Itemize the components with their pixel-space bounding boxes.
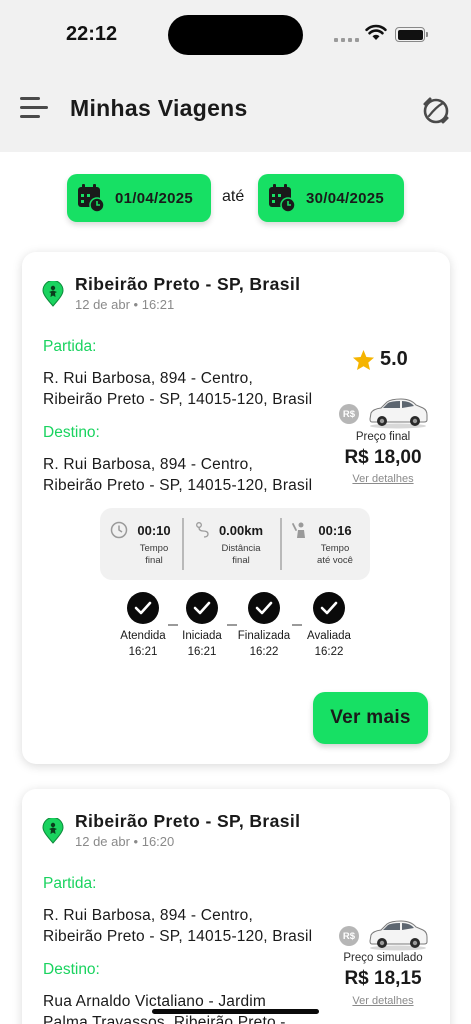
metric-label: Tempo final [100,543,190,567]
location-pin-icon [42,818,64,844]
status-bar: 22:12 [0,0,471,72]
battery-icon [395,27,428,42]
step-time: 16:22 [249,646,279,658]
trip-card[interactable]: Ribeirão Preto - SP, Brasil 12 de abr • … [22,252,450,764]
trip-datetime: 12 de abr • 16:21 [75,297,175,312]
cellular-signal-icon [334,38,359,42]
start-date-button[interactable]: 01/04/2025 [67,174,211,222]
calendar-icon [269,184,296,213]
departure-label: Partida: [43,338,97,355]
metric-label: Tempo até você [280,543,370,567]
view-more-button[interactable]: Ver mais [313,692,428,744]
end-date-button[interactable]: 30/04/2025 [258,174,404,222]
destination-address: Rua Arnaldo Victaliano - Jardim Palma Tr… [43,991,333,1024]
status-time: 22:12 [66,23,118,45]
menu-icon[interactable] [20,97,50,123]
currency-badge: R$ [339,926,359,946]
metric-value: 00:10 [137,523,171,538]
metric-final-distance: 0.00km Distância final [190,508,280,580]
departure-address-line: R. Rui Barbosa, 894 - Centro, [43,907,253,924]
price-label: Preço simulado [343,952,423,964]
trip-status-steps: Atendida 16:21 Iniciada 16:21 Finalizada… [22,592,450,672]
step-name: Iniciada [182,630,222,642]
check-icon [127,592,159,624]
end-date-text: 30/04/2025 [306,189,385,207]
check-icon [248,592,280,624]
metric-label-line: final [232,555,250,566]
destination-label: Destino: [43,424,100,441]
price-value: R$ 18,15 [344,968,422,989]
metric-value: 0.00km [218,523,264,538]
location-pin-icon [42,281,64,307]
currency-badge: R$ [339,404,359,424]
departure-address: R. Rui Barbosa, 894 - Centro, Ribeirão P… [43,905,333,947]
trip-rating: 5.0 [352,348,408,371]
metric-value: 00:16 [318,523,352,538]
date-separator: até [222,188,245,205]
details-link[interactable]: Ver detalhes [328,473,438,485]
car-icon [369,398,428,429]
metric-time-to-you: 00:16 Tempo até você [280,508,370,580]
step-time: 16:22 [314,646,344,658]
destination-address: R. Rui Barbosa, 894 - Centro, Ribeirão P… [43,454,333,496]
wifi-icon [365,24,387,40]
details-link[interactable]: Ver detalhes [328,995,438,1007]
departure-label: Partida: [43,875,97,892]
star-icon [352,349,375,370]
metric-label-line: Tempo [320,543,350,554]
check-icon [313,592,345,624]
rating-value: 5.0 [380,348,408,370]
metric-label-line: Distância [221,543,261,554]
step-connector [292,624,302,626]
metric-final-time: 00:10 Tempo final [100,508,190,580]
support-icon[interactable] [420,94,452,126]
trip-card[interactable]: Ribeirão Preto - SP, Brasil 12 de abr • … [22,789,450,1024]
metric-label-line: final [145,555,163,566]
metric-label-line: até você [317,555,353,566]
departure-address-line: R. Rui Barbosa, 894 - Centro, [43,370,253,387]
price-label: Preço final [355,431,411,443]
trip-city: Ribeirão Preto - SP, Brasil [75,274,301,294]
calendar-icon [78,184,105,213]
trip-city: Ribeirão Preto - SP, Brasil [75,811,301,831]
date-filter: 01/04/2025 até 30/04/2025 [0,174,471,222]
step-time: 16:21 [187,646,217,658]
step-connector [168,624,178,626]
trip-datetime: 12 de abr • 16:20 [75,834,175,849]
departure-address: R. Rui Barbosa, 894 - Centro, Ribeirão P… [43,368,333,410]
home-indicator[interactable] [152,1009,319,1014]
trip-metrics: 00:10 Tempo final 0.00km Distância final [100,508,370,580]
metric-label: Distância final [190,543,280,567]
step-name: Finalizada [237,630,291,642]
start-date-text: 01/04/2025 [115,189,194,207]
step-name: Avaliada [307,630,351,642]
price-value: R$ 18,00 [344,447,422,468]
metric-divider [182,518,184,570]
departure-address-line: Ribeirão Preto - SP, 14015-120, Brasil [43,391,313,408]
step-connector [227,624,237,626]
destination-address-line: R. Rui Barbosa, 894 - Centro, [43,456,253,473]
metric-label-line: Tempo [139,543,169,554]
page-title: Minhas Viagens [70,95,248,121]
destination-label: Destino: [43,961,100,978]
app-header: Minhas Viagens [0,72,471,152]
car-icon [369,920,428,951]
destination-address-line: Ribeirão Preto - SP, 14015-120, Brasil [43,477,313,494]
departure-address-line: Ribeirão Preto - SP, 14015-120, Brasil [43,928,313,945]
check-icon [186,592,218,624]
dynamic-island [168,15,303,55]
